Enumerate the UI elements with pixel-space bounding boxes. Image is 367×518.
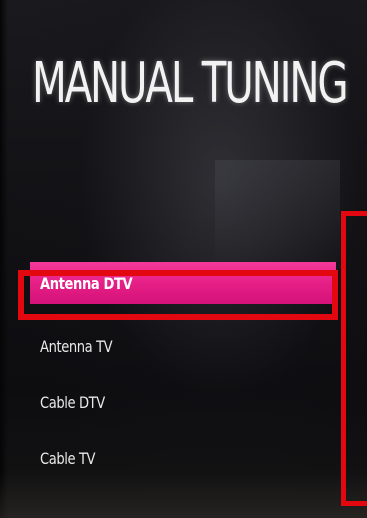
tv-bezel-edge	[0, 0, 8, 518]
menu-item-cable-dtv[interactable]: Cable DTV	[30, 374, 336, 430]
menu-item-label: Cable TV	[40, 448, 96, 468]
selection-annotation-box	[18, 270, 338, 320]
screen-reflection	[215, 160, 340, 270]
side-panel-annotation-box	[341, 211, 367, 506]
menu-item-label: Antenna TV	[40, 336, 113, 356]
menu-item-antenna-tv[interactable]: Antenna TV	[30, 318, 336, 374]
menu-item-label: Cable DTV	[40, 392, 105, 412]
page-title: MANUAL TUNING	[32, 51, 349, 116]
menu-item-cable-tv[interactable]: Cable TV	[30, 430, 336, 486]
tv-screen: MANUAL TUNING Antenna DTV Antenna TV Cab…	[0, 0, 367, 518]
